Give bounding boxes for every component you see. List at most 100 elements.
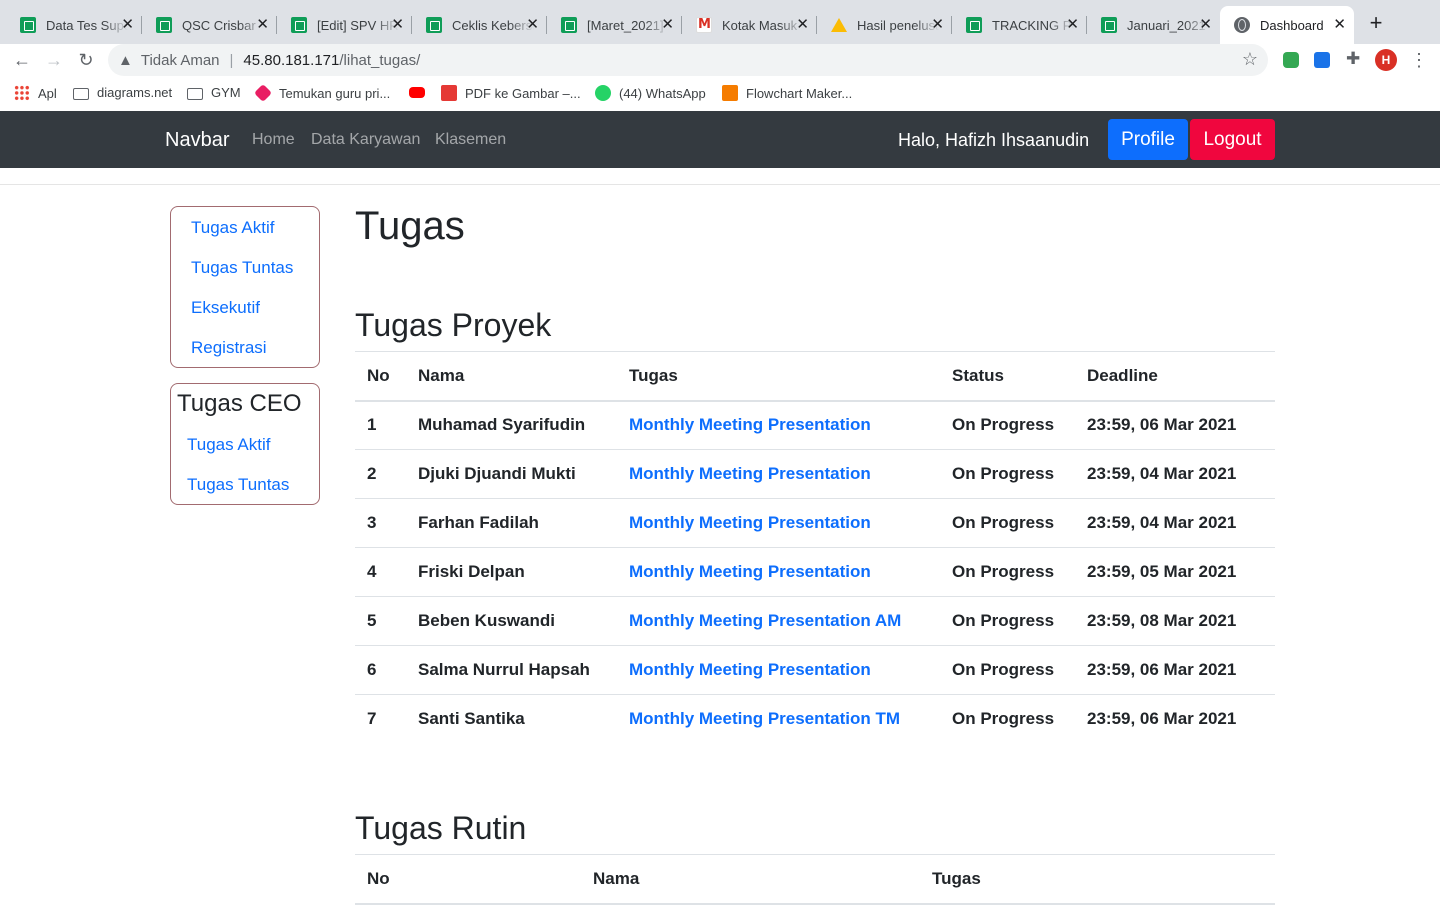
column-header: Deadline xyxy=(1075,351,1275,402)
folder-icon xyxy=(187,87,203,100)
bookmark-item[interactable]: (44) WhatsApp xyxy=(595,85,706,101)
browser-tab[interactable]: Ceklis Kebersihan ✕ xyxy=(411,6,547,44)
reload-icon[interactable]: ↻ xyxy=(74,48,98,72)
nav-link-home[interactable]: Home xyxy=(252,130,295,150)
tab-close-icon[interactable]: ✕ xyxy=(526,16,539,34)
new-tab-icon[interactable]: + xyxy=(1366,12,1386,34)
table-row: 6 Salma Nurrul Hapsah Monthly Meeting Pr… xyxy=(355,645,1275,695)
column-header: Nama xyxy=(581,854,920,905)
browser-tab[interactable]: [Edit] SPV HRD ✕ xyxy=(276,6,412,44)
google-sheets-icon xyxy=(156,17,172,33)
sidebar-item-eksekutif[interactable]: Eksekutif xyxy=(191,297,260,319)
cell-no: 6 xyxy=(355,645,406,695)
more-menu-icon[interactable]: ⋮ xyxy=(1410,48,1428,72)
cell-nama: Muhamad Syarifudin xyxy=(406,400,617,450)
table-row: 4 Friski Delpan Monthly Meeting Presenta… xyxy=(355,547,1275,597)
tab-close-icon[interactable]: ✕ xyxy=(1066,16,1079,34)
column-header: Tugas xyxy=(617,351,940,402)
tab-close-icon[interactable]: ✕ xyxy=(1199,16,1212,34)
tab-title: QSC Crisbar xyxy=(182,17,256,33)
cell-no: 2 xyxy=(355,449,406,499)
cell-tugas: Monthly Meeting Presentation TM xyxy=(617,695,940,744)
bookmark-item[interactable]: diagrams.net xyxy=(73,85,172,100)
cell-deadline: 23:59, 06 Mar 2021 xyxy=(1087,709,1237,729)
address-bar[interactable]: ▲ Tidak Aman | 45.80.181.171/lihat_tugas… xyxy=(108,44,1268,76)
bookmark-label: diagrams.net xyxy=(97,85,173,100)
tab-close-icon[interactable]: ✕ xyxy=(931,16,944,34)
bookmark-item[interactable]: GYM xyxy=(187,85,241,100)
extension-green-icon[interactable] xyxy=(1283,52,1299,68)
bookmark-item[interactable]: PDF ke Gambar –... xyxy=(441,85,581,101)
table-header-row: No Nama Tugas Status Deadline xyxy=(355,351,1275,402)
cell-status: On Progress xyxy=(940,645,1075,695)
google-drive-icon xyxy=(831,18,847,32)
bookmark-item[interactable]: Apl xyxy=(14,85,57,101)
profile-button[interactable]: Profile xyxy=(1108,119,1188,160)
site-navbar: Navbar Home Data Karyawan Klasemen Halo,… xyxy=(0,111,1440,168)
browser-tab[interactable]: QSC Crisbar ✕ xyxy=(141,6,277,44)
column-header: No xyxy=(355,351,406,402)
bookmark-label: Temukan guru pri... xyxy=(279,85,391,101)
cell-nama: Farhan Fadilah xyxy=(406,498,617,548)
browser-tabstrip: Data Tes Supervisor ✕ QSC Crisbar ✕ [Edi… xyxy=(0,0,1440,44)
task-link[interactable]: Monthly Meeting Presentation AM xyxy=(629,611,901,630)
task-link[interactable]: Monthly Meeting Presentation xyxy=(629,562,871,581)
tab-close-icon[interactable]: ✕ xyxy=(391,16,404,34)
bookmark-item[interactable]: Flowchart Maker... xyxy=(722,85,852,101)
sidebar-ceo-item-tugas-tuntas[interactable]: Tugas Tuntas xyxy=(187,474,289,496)
tab-close-icon[interactable]: ✕ xyxy=(661,16,674,34)
back-arrow-icon[interactable]: ← xyxy=(10,48,34,72)
task-link[interactable]: Monthly Meeting Presentation TM xyxy=(629,709,900,728)
task-link[interactable]: Monthly Meeting Presentation xyxy=(629,513,871,532)
logout-button[interactable]: Logout xyxy=(1190,119,1275,160)
cell-no: 7 xyxy=(367,709,377,729)
tab-close-icon[interactable]: ✕ xyxy=(796,16,809,34)
task-link[interactable]: Monthly Meeting Presentation xyxy=(629,660,871,679)
tab-close-icon[interactable]: ✕ xyxy=(256,16,269,34)
tab-title: TRACKING PO xyxy=(992,17,1074,33)
sidebar-item-tugas-aktif[interactable]: Tugas Aktif xyxy=(191,217,274,239)
tab-close-icon[interactable]: ✕ xyxy=(1333,16,1346,34)
sidebar-item-tugas-tuntas[interactable]: Tugas Tuntas xyxy=(191,257,293,279)
google-sheets-icon xyxy=(426,17,442,33)
cell-deadline: 23:59, 04 Mar 2021 xyxy=(1075,498,1275,548)
browser-tab[interactable]: Hasil penelusuran ✕ xyxy=(816,6,952,44)
sidebar-ceo-item-tugas-aktif[interactable]: Tugas Aktif xyxy=(187,434,270,456)
puzzle-extensions-icon[interactable]: ✚ xyxy=(1346,50,1362,67)
cell-nama: Friski Delpan xyxy=(406,547,617,597)
extension-blue-icon[interactable] xyxy=(1314,52,1330,68)
browser-tab[interactable]: Data Tes Supervisor ✕ xyxy=(6,6,142,44)
table-row: 2 Djuki Djuandi Mukti Monthly Meeting Pr… xyxy=(355,449,1275,499)
forward-arrow-icon[interactable]: → xyxy=(42,48,66,72)
browser-tab[interactable]: Januari_2021 ✕ xyxy=(1086,6,1220,44)
browser-tab[interactable]: [Maret_2021] ✕ xyxy=(546,6,682,44)
table-row: 7 Santi Santika Monthly Meeting Presenta… xyxy=(355,695,1275,744)
tugas-proyek-table: No Nama Tugas Status Deadline 1 Muhamad … xyxy=(355,351,1275,744)
google-sheets-icon xyxy=(20,17,36,33)
browser-tab[interactable]: Kotak Masuk ✕ xyxy=(681,6,817,44)
url-host: 45.80.181.171 xyxy=(243,51,340,69)
nav-link-data-karyawan[interactable]: Data Karyawan xyxy=(311,130,420,150)
sidebar-item-registrasi[interactable]: Registrasi xyxy=(191,337,267,359)
tab-title: Hasil penelusuran xyxy=(857,17,939,33)
pdf-icon xyxy=(441,85,457,101)
browser-tab-active[interactable]: Dashboard ✕ xyxy=(1220,6,1354,44)
bookmark-star-icon[interactable]: ☆ xyxy=(1242,49,1258,69)
warning-triangle-icon[interactable]: ▲ xyxy=(118,52,133,69)
cell-status: On Progress xyxy=(940,498,1075,548)
navbar-brand[interactable]: Navbar xyxy=(165,127,229,153)
nav-link-klasemen[interactable]: Klasemen xyxy=(435,130,506,150)
task-link[interactable]: Monthly Meeting Presentation xyxy=(629,415,871,434)
cell-deadline: 23:59, 06 Mar 2021 xyxy=(1075,400,1275,450)
security-status[interactable]: Tidak Aman xyxy=(141,52,220,69)
task-link[interactable]: Monthly Meeting Presentation xyxy=(629,464,871,483)
browser-tab[interactable]: TRACKING PO ✕ xyxy=(951,6,1087,44)
bookmark-item[interactable]: Temukan guru pri... xyxy=(253,83,391,103)
cell-status: On Progress xyxy=(940,400,1075,450)
bookmark-item[interactable] xyxy=(409,85,433,98)
profile-avatar[interactable]: H xyxy=(1375,49,1397,71)
gmail-icon xyxy=(696,17,712,33)
google-sheets-icon xyxy=(1101,17,1117,33)
tab-close-icon[interactable]: ✕ xyxy=(121,16,134,34)
sidebar-ceo: Tugas CEO Tugas Aktif Tugas Tuntas xyxy=(170,383,320,505)
